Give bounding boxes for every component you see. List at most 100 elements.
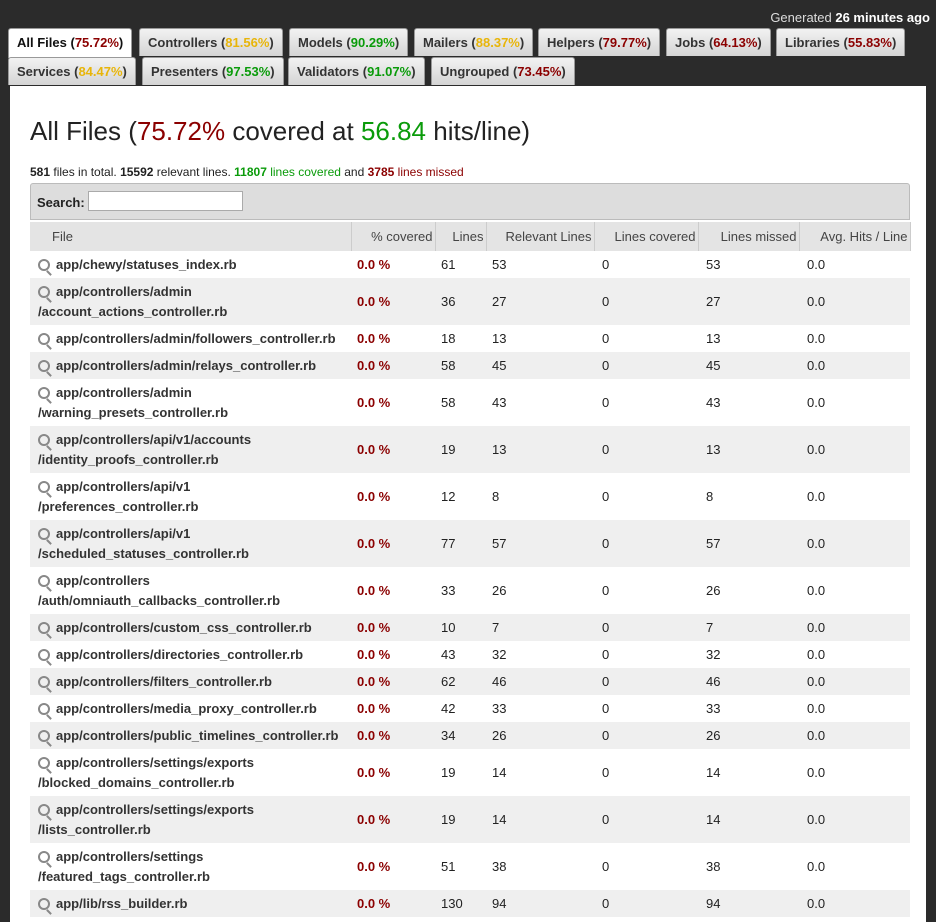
table-row: app/controllers/admin/warning_presets_co… [30, 379, 910, 426]
covered-percent-cell: 0.0 % [351, 722, 435, 749]
table-header-row: File % covered Lines Relevant Lines Line… [30, 222, 911, 251]
file-link-continuation[interactable]: /account_actions_controller.rb [38, 304, 227, 319]
tab-libraries[interactable]: Libraries (55.83%) [776, 28, 906, 56]
lines-covered-cell: 0 [594, 668, 698, 695]
file-link-continuation[interactable]: /identity_proofs_controller.rb [38, 452, 219, 467]
relevant-lines-cell: 53 [486, 251, 594, 278]
lines-covered-cell: 0 [594, 567, 698, 614]
file-link[interactable]: app/controllers/custom_css_controller.rb [56, 620, 312, 635]
lines-covered-cell: 0 [594, 520, 698, 567]
file-link[interactable]: app/controllers/settings/exports [56, 802, 254, 817]
covered-percent-cell: 0.0 % [351, 695, 435, 722]
magnifier-icon [38, 897, 50, 910]
avg-hits-cell: 0.0 [799, 567, 910, 614]
column-header-avg-hits[interactable]: Avg. Hits / Line [799, 222, 911, 251]
search-input[interactable] [88, 191, 243, 211]
covered-percent-cell: 0.0 % [351, 641, 435, 668]
column-header-lines[interactable]: Lines [435, 222, 487, 251]
search-bar: Search: [30, 183, 910, 220]
lines-missed-cell: 14 [698, 749, 799, 796]
table-row: app/controllers/directories_controller.r… [30, 641, 910, 668]
table-row: app/controllers/auth/omniauth_callbacks_… [30, 567, 910, 614]
avg-hits-cell: 0.0 [799, 796, 910, 843]
file-cell: app/controllers/media_proxy_controller.r… [30, 695, 351, 722]
file-link[interactable]: app/controllers/public_timelines_control… [56, 728, 338, 743]
file-link-continuation[interactable]: /warning_presets_controller.rb [38, 405, 228, 420]
file-link-continuation[interactable]: /preferences_controller.rb [38, 499, 198, 514]
file-link[interactable]: app/controllers/api/v1 [56, 526, 190, 541]
tab-services[interactable]: Services (84.47%) [8, 57, 136, 85]
file-cell: app/controllers/custom_css_controller.rb [30, 614, 351, 641]
file-link[interactable]: app/controllers/filters_controller.rb [56, 674, 272, 689]
column-header-lines-covered[interactable]: Lines covered [594, 222, 699, 251]
tab-validators[interactable]: Validators (91.07%) [288, 57, 425, 85]
tab-presenters[interactable]: Presenters (97.53%) [142, 57, 284, 85]
lines-covered-cell: 0 [594, 614, 698, 641]
file-link[interactable]: app/controllers/media_proxy_controller.r… [56, 701, 317, 716]
file-cell: app/controllers/settings/exports/blocked… [30, 749, 351, 796]
avg-hits-cell: 0.0 [799, 890, 910, 917]
magnifier-icon [38, 803, 50, 816]
lines-cell: 19 [435, 426, 486, 473]
relevant-lines-cell: 32 [486, 641, 594, 668]
lines-cell: 19 [435, 796, 486, 843]
file-cell: app/controllers/settings/featured_tags_c… [30, 843, 351, 890]
lines-missed-cell: 14 [698, 796, 799, 843]
avg-hits-cell: 0.0 [799, 325, 910, 352]
table-row: app/controllers/api/v1/accounts/identity… [30, 426, 910, 473]
lines-covered-cell: 0 [594, 749, 698, 796]
file-link-continuation[interactable]: /lists_controller.rb [38, 822, 151, 837]
lines-cell: 62 [435, 668, 486, 695]
tab-controllers[interactable]: Controllers (81.56%) [139, 28, 283, 56]
tab-mailers[interactable]: Mailers (88.37%) [414, 28, 534, 56]
file-link[interactable]: app/controllers/admin [56, 284, 192, 299]
file-link-continuation[interactable]: /featured_tags_controller.rb [38, 869, 210, 884]
file-link-continuation[interactable]: /blocked_domains_controller.rb [38, 775, 235, 790]
search-label: Search: [37, 195, 85, 210]
covered-percent-cell: 0.0 % [351, 843, 435, 890]
lines-covered-cell: 0 [594, 695, 698, 722]
file-link-continuation[interactable]: /auth/omniauth_callbacks_controller.rb [38, 593, 280, 608]
magnifier-icon [38, 332, 50, 345]
lines-covered-cell: 0 [594, 251, 698, 278]
file-link[interactable]: app/controllers/admin/relays_controller.… [56, 358, 316, 373]
column-header-covered[interactable]: % covered [351, 222, 436, 251]
file-link[interactable]: app/controllers/directories_controller.r… [56, 647, 303, 662]
relevant-lines-cell: 46 [486, 668, 594, 695]
file-link[interactable]: app/lib/rss_builder.rb [56, 896, 187, 911]
file-cell: app/controllers/public_timelines_control… [30, 722, 351, 749]
file-link[interactable]: app/controllers [56, 573, 150, 588]
file-cell: app/lib/rss_builder.rb [30, 890, 351, 917]
lines-missed-cell: 94 [698, 890, 799, 917]
magnifier-icon [38, 756, 50, 769]
lines-missed-cell: 33 [698, 695, 799, 722]
lines-cell: 43 [435, 641, 486, 668]
file-link[interactable]: app/controllers/settings [56, 849, 203, 864]
file-cell: app/controllers/auth/omniauth_callbacks_… [30, 567, 351, 614]
file-link[interactable]: app/controllers/api/v1 [56, 479, 190, 494]
avg-hits-cell: 0.0 [799, 426, 910, 473]
tab-all-files[interactable]: All Files (75.72%) [8, 28, 133, 58]
file-link[interactable]: app/controllers/admin [56, 385, 192, 400]
tab-helpers[interactable]: Helpers (79.77%) [538, 28, 661, 56]
tab-ungrouped[interactable]: Ungrouped (73.45%) [431, 57, 575, 85]
column-header-relevant-lines[interactable]: Relevant Lines [486, 222, 595, 251]
lines-cell: 58 [435, 352, 486, 379]
covered-percent-cell: 0.0 % [351, 614, 435, 641]
table-row: app/controllers/settings/exports/blocked… [30, 749, 910, 796]
column-header-file[interactable]: File [30, 222, 352, 251]
tab-models[interactable]: Models (90.29%) [289, 28, 409, 56]
avg-hits-cell: 0.0 [799, 749, 910, 796]
avg-hits-cell: 0.0 [799, 520, 910, 567]
file-link[interactable]: app/chewy/statuses_index.rb [56, 257, 237, 272]
file-link[interactable]: app/controllers/settings/exports [56, 755, 254, 770]
file-cell: app/chewy/statuses_index.rb [30, 251, 351, 278]
file-link[interactable]: app/controllers/api/v1/accounts [56, 432, 251, 447]
magnifier-icon [38, 574, 50, 587]
column-header-lines-missed[interactable]: Lines missed [698, 222, 800, 251]
file-link[interactable]: app/controllers/admin/followers_controll… [56, 331, 336, 346]
magnifier-icon [38, 648, 50, 661]
lines-covered-cell: 0 [594, 325, 698, 352]
tab-jobs[interactable]: Jobs (64.13%) [666, 28, 771, 56]
file-link-continuation[interactable]: /scheduled_statuses_controller.rb [38, 546, 249, 561]
